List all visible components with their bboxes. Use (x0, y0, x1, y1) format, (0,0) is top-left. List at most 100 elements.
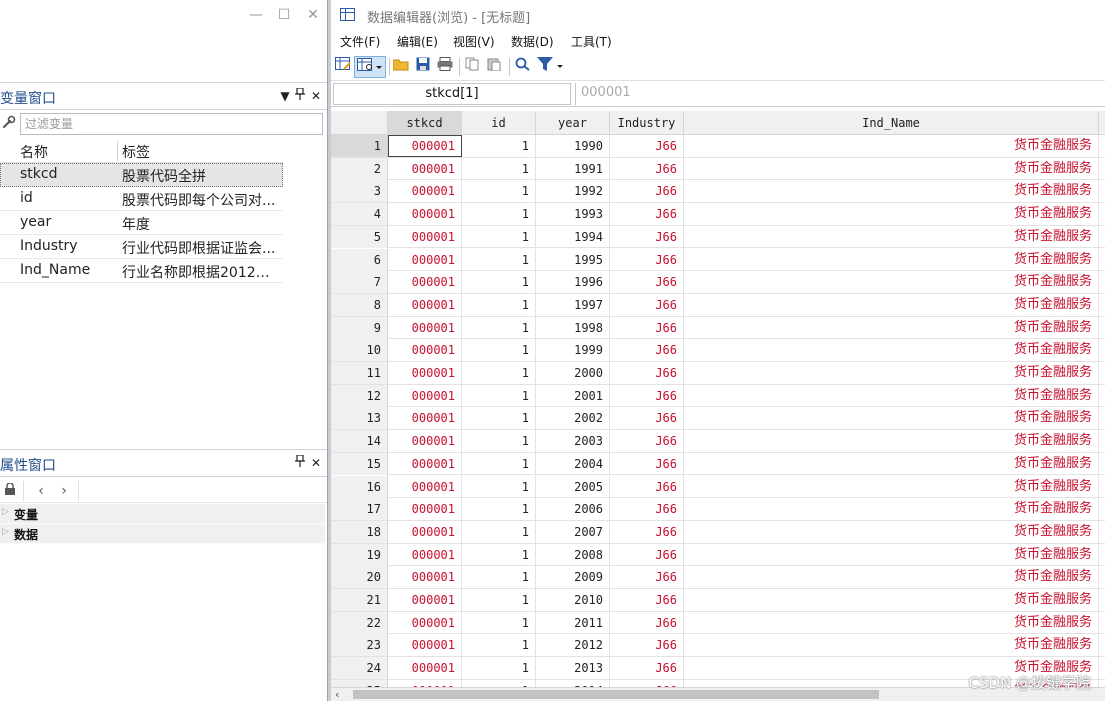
cell-ind-name[interactable]: 货币金融服务 (684, 384, 1099, 407)
table-row[interactable]: 4 000001 1 1993 J66 货币金融服务 (331, 203, 1105, 226)
row-number[interactable]: 20 (331, 566, 388, 589)
menu-file[interactable]: 文件(F) (340, 33, 380, 50)
grid-corner[interactable] (331, 111, 388, 135)
cell-industry[interactable]: J66 (610, 520, 684, 543)
row-number[interactable]: 14 (331, 430, 388, 453)
cell-ind-name[interactable]: 货币金融服务 (684, 339, 1099, 362)
cell-stkcd[interactable]: 000001 (388, 498, 462, 521)
cell-id[interactable]: 1 (462, 271, 536, 294)
table-row[interactable]: 19 000001 1 2008 J66 货币金融服务 (331, 543, 1105, 567)
variable-filter-input[interactable] (20, 113, 323, 135)
filter-funnel-icon[interactable]: ▼ (278, 88, 292, 104)
row-number[interactable]: 25 (331, 679, 388, 687)
row-number[interactable]: 24 (331, 657, 388, 680)
cell-id[interactable]: 1 (462, 135, 536, 157)
row-number[interactable]: 2 (331, 157, 388, 180)
cell-ind-name[interactable]: 货币金融服务 (684, 271, 1099, 294)
row-number[interactable]: 19 (331, 543, 388, 566)
cell-id[interactable]: 1 (462, 611, 536, 634)
cell-ind-name[interactable]: 货币金融服务 (684, 543, 1099, 566)
cell-ind-name[interactable]: 货币金融服务 (684, 407, 1099, 430)
save-icon[interactable] (413, 56, 433, 78)
cell-year[interactable]: 1994 (536, 225, 610, 248)
cell-industry[interactable]: J66 (610, 316, 684, 339)
cell-stkcd[interactable]: 000001 (388, 135, 462, 157)
cell-industry[interactable]: J66 (610, 203, 684, 226)
tree-node-variable[interactable]: ▷ 变量 (0, 504, 325, 524)
cell-ind-name[interactable]: 货币金融服务 (684, 248, 1099, 271)
menu-data[interactable]: 数据(D) (511, 33, 554, 50)
cell-id[interactable]: 1 (462, 339, 536, 362)
cell-id[interactable]: 1 (462, 362, 536, 384)
table-row[interactable]: 8 000001 1 1997 J66 货币金融服务 (331, 293, 1105, 317)
col-header-stkcd[interactable]: stkcd (388, 111, 462, 135)
cell-industry[interactable]: J66 (610, 135, 684, 157)
row-number[interactable]: 7 (331, 271, 388, 294)
cell-id[interactable]: 1 (462, 293, 536, 316)
table-row[interactable]: 20 000001 1 2009 J66 货币金融服务 (331, 566, 1105, 589)
cell-stkcd[interactable]: 000001 (388, 634, 462, 657)
cell-id[interactable]: 1 (462, 203, 536, 226)
cell-industry[interactable]: J66 (610, 566, 684, 589)
cell-ind-name[interactable]: 货币金融服务 (684, 157, 1099, 180)
cell-year[interactable]: 2009 (536, 566, 610, 589)
variable-row-industry[interactable]: Industry 行业代码即根据证监会... (0, 235, 283, 259)
cell-value-field[interactable]: 000001 (575, 83, 1105, 105)
close-panel-icon[interactable]: ✕ (309, 88, 323, 104)
cell-id[interactable]: 1 (462, 589, 536, 611)
table-row[interactable]: 15 000001 1 2004 J66 货币金融服务 (331, 452, 1105, 476)
row-number[interactable]: 22 (331, 611, 388, 634)
table-row[interactable]: 9 000001 1 1998 J66 货币金融服务 (331, 316, 1105, 340)
cell-year[interactable]: 2005 (536, 475, 610, 498)
cell-year[interactable]: 2011 (536, 611, 610, 634)
row-number[interactable]: 21 (331, 589, 388, 611)
cell-stkcd[interactable]: 000001 (388, 520, 462, 543)
variable-row-year[interactable]: year 年度 (0, 211, 283, 235)
row-number[interactable]: 5 (331, 225, 388, 248)
menu-tools[interactable]: 工具(T) (571, 33, 612, 50)
col-name-header[interactable]: 名称 (20, 142, 48, 162)
open-folder-icon[interactable] (391, 56, 411, 78)
paste-icon[interactable] (485, 56, 505, 78)
cell-year[interactable]: 1990 (536, 135, 610, 157)
col-label-header[interactable]: 标签 (122, 142, 282, 162)
cell-industry[interactable]: J66 (610, 611, 684, 634)
row-number[interactable]: 11 (331, 362, 388, 384)
cell-id[interactable]: 1 (462, 180, 536, 203)
cell-stkcd[interactable]: 000001 (388, 611, 462, 634)
cell-industry[interactable]: J66 (610, 225, 684, 248)
table-row[interactable]: 12 000001 1 2001 J66 货币金融服务 (331, 384, 1105, 408)
cell-year[interactable]: 1997 (536, 293, 610, 316)
cell-stkcd[interactable]: 000001 (388, 430, 462, 453)
cell-id[interactable]: 1 (462, 430, 536, 453)
cell-year[interactable]: 2004 (536, 452, 610, 475)
cell-industry[interactable]: J66 (610, 293, 684, 316)
filter-funnel-icon[interactable] (535, 56, 567, 78)
cell-year[interactable]: 2012 (536, 634, 610, 657)
table-row[interactable]: 21 000001 1 2010 J66 货币金融服务 (331, 589, 1105, 612)
cell-ind-name[interactable]: 货币金融服务 (684, 430, 1099, 453)
data-editor-edit-icon[interactable] (333, 56, 353, 78)
row-number[interactable]: 17 (331, 498, 388, 521)
cell-industry[interactable]: J66 (610, 384, 684, 407)
cell-stkcd[interactable]: 000001 (388, 203, 462, 226)
cell-ind-name[interactable]: 货币金融服务 (684, 293, 1099, 316)
cell-ind-name[interactable]: 货币金融服务 (684, 452, 1099, 475)
table-row[interactable]: 18 000001 1 2007 J66 货币金融服务 (331, 520, 1105, 544)
table-row[interactable]: 3 000001 1 1992 J66 货币金融服务 (331, 180, 1105, 204)
cell-industry[interactable]: J66 (610, 657, 684, 680)
close-panel-icon[interactable]: ✕ (309, 455, 323, 471)
menu-view[interactable]: 视图(V) (453, 33, 495, 50)
table-row[interactable]: 7 000001 1 1996 J66 货币金融服务 (331, 271, 1105, 294)
cell-stkcd[interactable]: 000001 (388, 225, 462, 248)
cell-industry[interactable]: J66 (610, 679, 684, 687)
cell-stkcd[interactable]: 000001 (388, 589, 462, 611)
cell-year[interactable]: 2008 (536, 543, 610, 566)
variable-row-ind-name[interactable]: Ind_Name 行业名称即根据2012年... (0, 259, 283, 283)
cell-industry[interactable]: J66 (610, 362, 684, 384)
cell-year[interactable]: 1992 (536, 180, 610, 203)
pin-icon[interactable] (293, 87, 307, 104)
col-header-year[interactable]: year (536, 111, 610, 135)
table-row[interactable]: 22 000001 1 2011 J66 货币金融服务 (331, 611, 1105, 635)
cell-year[interactable]: 2013 (536, 657, 610, 680)
